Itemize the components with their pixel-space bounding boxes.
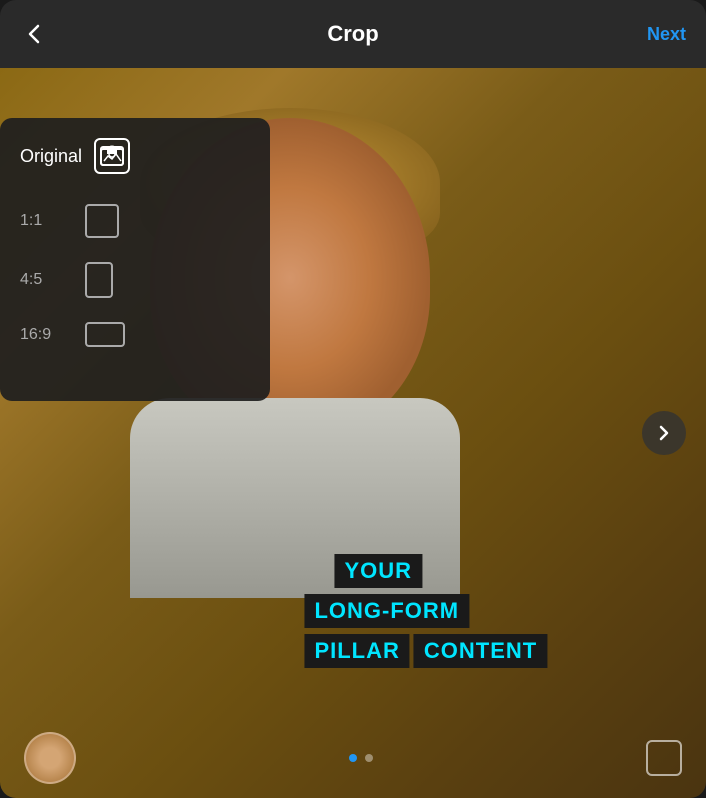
text-line-2: LONG-FORM (304, 594, 547, 628)
page-title: Crop (327, 21, 378, 47)
phone-container: Crop Next YOUR LONG-FORM PILLAR CONTENT (0, 0, 706, 798)
next-button[interactable]: Next (647, 24, 686, 45)
text-your: YOUR (334, 554, 422, 588)
aspect-ratio-1-1-row[interactable]: 1:1 (20, 204, 250, 238)
text-line-3: PILLAR CONTENT (304, 634, 547, 668)
ratio-16-9-label: 16:9 (20, 326, 65, 344)
original-row: Original (20, 138, 250, 174)
original-label: Original (20, 146, 82, 167)
dot-2 (365, 754, 373, 762)
aspect-ratio-16-9-row[interactable]: 16:9 (20, 322, 250, 347)
header: Crop Next (0, 0, 706, 68)
bottom-bar (0, 718, 706, 798)
back-button[interactable] (20, 20, 48, 48)
text-pillar: PILLAR (304, 634, 409, 668)
dot-1 (349, 754, 357, 762)
text-line-1: YOUR (304, 554, 547, 588)
pagination-dots (349, 754, 373, 762)
content-area: YOUR LONG-FORM PILLAR CONTENT Original (0, 68, 706, 798)
text-content: CONTENT (414, 634, 547, 668)
ratio-4-5-box[interactable] (85, 262, 113, 298)
text-longform: LONG-FORM (304, 594, 469, 628)
original-icon[interactable] (94, 138, 130, 174)
aspect-ratio-4-5-row[interactable]: 4:5 (20, 262, 250, 298)
crop-panel: Original 1:1 4:5 (0, 118, 270, 401)
next-chevron-button[interactable] (642, 411, 686, 455)
ratio-16-9-box[interactable] (85, 322, 125, 347)
text-overlay: YOUR LONG-FORM PILLAR CONTENT (304, 554, 547, 668)
ratio-1-1-box[interactable] (85, 204, 119, 238)
avatar[interactable] (24, 732, 76, 784)
expand-button[interactable] (646, 740, 682, 776)
ratio-4-5-label: 4:5 (20, 271, 65, 289)
ratio-1-1-label: 1:1 (20, 212, 65, 230)
